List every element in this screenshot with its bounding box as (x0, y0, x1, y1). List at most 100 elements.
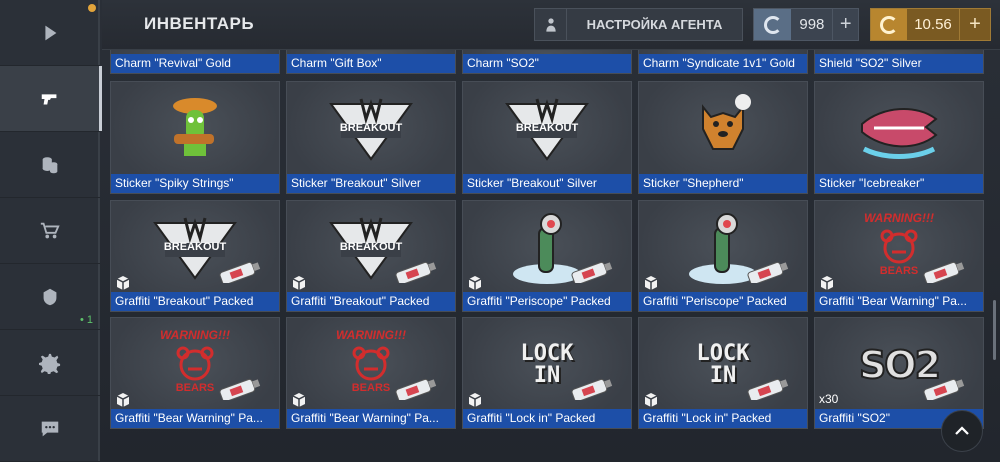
add-credits-button[interactable]: + (832, 9, 858, 40)
package-icon (643, 275, 659, 291)
package-icon (467, 275, 483, 291)
package-icon (115, 392, 131, 408)
inventory-item-card[interactable]: BREAKOUT Graffiti "Breakout" Packed (110, 200, 280, 312)
item-name-label: Sticker "Icebreaker" (815, 174, 983, 193)
inventory-item-card[interactable]: WARNING!!! BEARS Graffiti "Bear Warning" P… (110, 317, 280, 429)
inventory-item-card[interactable]: Charm "Syndicate 1v1" Gold (638, 50, 808, 74)
inventory-grid: Charm "Revival" Gold Charm "Gift Box" Char… (102, 50, 1000, 462)
inventory-item-card[interactable]: Graffiti "Periscope" Packed (462, 200, 632, 312)
sidebar-item-play[interactable] (0, 0, 100, 66)
gold-icon (871, 9, 907, 40)
sidebar-item-currency[interactable] (0, 132, 100, 198)
sidebar-item-inventory[interactable] (0, 66, 102, 132)
inventory-item-card[interactable]: Sticker "Icebreaker" (814, 81, 984, 194)
warning-text: WARNING!!! (160, 328, 230, 342)
agent-icon (535, 9, 567, 40)
header-bar: ИНВЕНТАРЬ НАСТРОЙКА АГЕНТА 998 + 10.56 + (102, 0, 1000, 50)
gold-value: 10.56 (914, 16, 952, 33)
package-icon (115, 275, 131, 291)
scrollbar[interactable] (993, 300, 996, 360)
spray-can-icon (216, 261, 264, 286)
breakout-logo-art: BREAKOUT (287, 82, 455, 176)
cart-icon (40, 222, 60, 238)
sidebar-item-clan[interactable]: • 1 (0, 264, 100, 330)
in-text: IN (709, 362, 737, 388)
spray-can-icon (920, 261, 968, 286)
chat-icon (41, 421, 59, 436)
package-icon (819, 275, 835, 291)
item-name-label: Graffiti "Bear Warning" Pa... (815, 292, 983, 311)
item-name-label: Graffiti "Bear Warning" Pa... (287, 409, 455, 428)
inventory-item-card[interactable]: BREAKOUT Sticker "Breakout" Silver (286, 81, 456, 194)
item-name-label: Graffiti "Lock in" Packed (463, 409, 631, 428)
item-name-label: Charm "Gift Box" (287, 54, 455, 73)
spray-can-icon (568, 261, 616, 286)
inventory-item-card[interactable]: BREAKOUT Graffiti "Breakout" Packed (286, 200, 456, 312)
inventory-item-card[interactable]: LOCK IN Graffiti "Lock in" Packed (638, 317, 808, 429)
item-name-label: Graffiti "Periscope" Packed (639, 292, 807, 311)
item-name-label: Graffiti "Lock in" Packed (639, 409, 807, 428)
item-name-label: Sticker "Breakout" Silver (463, 174, 631, 193)
quantity-label: x30 (819, 392, 839, 406)
lock-text: LOCK (520, 340, 574, 366)
package-icon (291, 392, 307, 408)
breakout-logo-text: BREAKOUT (515, 122, 579, 134)
agent-settings-button[interactable]: НАСТРОЙКА АГЕНТА (534, 8, 743, 41)
spray-can-icon (744, 261, 792, 286)
item-name-label: Shield "SO2" Silver (815, 54, 983, 73)
inventory-item-card[interactable]: Charm "Gift Box" (286, 50, 456, 74)
inventory-item-card[interactable]: LOCK IN Graffiti "Lock in" Packed (462, 317, 632, 429)
item-name-label: Graffiti "Breakout" Packed (111, 292, 279, 311)
sidebar-item-shop[interactable] (0, 198, 100, 264)
breakout-logo-text: BREAKOUT (339, 241, 403, 253)
chevron-up-icon (955, 426, 969, 435)
item-name-label: Sticker "Spiky Strings" (111, 174, 279, 193)
clan-badge: • 1 (80, 314, 94, 326)
item-name-label: Charm "Syndicate 1v1" Gold (639, 54, 807, 73)
package-icon (467, 392, 483, 408)
scroll-to-top-button[interactable] (941, 410, 983, 452)
inventory-item-card[interactable]: BREAKOUT Sticker "Breakout" Silver (462, 81, 632, 194)
play-icon (45, 25, 57, 40)
item-name-label: Sticker "Breakout" Silver (287, 174, 455, 193)
credits-balance: 998 + (753, 8, 859, 41)
breakout-logo-art: BREAKOUT (463, 82, 631, 176)
page-title: ИНВЕНТАРЬ (144, 14, 255, 33)
coins-icon (42, 156, 58, 173)
gold-balance: 10.56 + (870, 8, 991, 41)
inventory-item-card[interactable]: WARNING!!! BEARS Graffiti "Bear Warning" P… (814, 200, 984, 312)
inventory-screen: • 1 ИНВЕНТАРЬ НАСТРОЙКА АГЕНТА 998 + 10.… (0, 0, 1000, 462)
spray-can-icon (568, 378, 616, 403)
credits-value: 998 (799, 16, 825, 33)
lock-text: LOCK (696, 340, 750, 366)
add-gold-button[interactable]: + (959, 9, 990, 40)
inventory-item-card[interactable]: Sticker "Spiky Strings" (110, 81, 280, 194)
breakout-logo-text: BREAKOUT (163, 241, 227, 253)
spray-can-icon (744, 378, 792, 403)
credits-icon (754, 9, 792, 40)
clan-icon (43, 288, 57, 305)
item-name-label: Charm "SO2" (463, 54, 631, 73)
breakout-logo-text: BREAKOUT (339, 122, 403, 134)
inventory-item-card[interactable]: Graffiti "Periscope" Packed (638, 200, 808, 312)
inventory-item-card[interactable]: Shield "SO2" Silver (814, 50, 984, 74)
spray-can-icon (392, 378, 440, 403)
sidebar-item-settings[interactable] (0, 330, 100, 396)
spray-can-icon (392, 261, 440, 286)
warning-text: WARNING!!! (864, 211, 934, 225)
inventory-item-card[interactable]: WARNING!!! BEARS Graffiti "Bear Warning" P… (286, 317, 456, 429)
item-name-label: Charm "Revival" Gold (111, 54, 279, 73)
agent-settings-label: НАСТРОЙКА АГЕНТА (586, 17, 723, 32)
sidebar-item-chat[interactable] (0, 396, 100, 462)
sticker-dog-art (639, 82, 807, 176)
inventory-item-card[interactable]: Sticker "Shepherd" (638, 81, 808, 194)
item-name-label: Sticker "Shepherd" (639, 174, 807, 193)
spray-can-icon (216, 378, 264, 403)
sticker-cactus-art (111, 82, 279, 176)
warning-text: WARNING!!! (336, 328, 406, 342)
inventory-item-card[interactable]: Charm "Revival" Gold (110, 50, 280, 74)
package-icon (291, 275, 307, 291)
gear-icon (39, 353, 61, 374)
item-name-label: Graffiti "Periscope" Packed (463, 292, 631, 311)
inventory-item-card[interactable]: Charm "SO2" (462, 50, 632, 74)
